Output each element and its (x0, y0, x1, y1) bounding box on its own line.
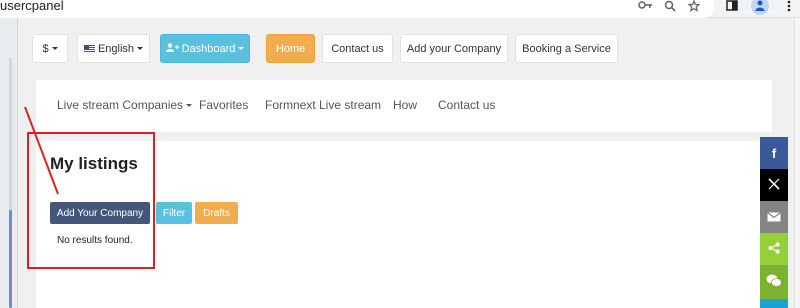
annotation-arrow-line (24, 106, 59, 195)
generic-share-button[interactable] (760, 233, 788, 265)
share-icon (768, 242, 780, 257)
mail-icon (767, 210, 781, 225)
email-share-button[interactable] (760, 201, 788, 233)
facebook-icon: f (771, 145, 777, 161)
x-share-button[interactable] (760, 169, 788, 201)
more-share-button[interactable] (760, 299, 788, 308)
facebook-share-button[interactable]: f (760, 137, 788, 169)
page-scrollbar[interactable] (794, 18, 800, 308)
wechat-icon (766, 274, 782, 290)
wechat-share-button[interactable] (760, 265, 788, 299)
x-icon (768, 177, 780, 193)
